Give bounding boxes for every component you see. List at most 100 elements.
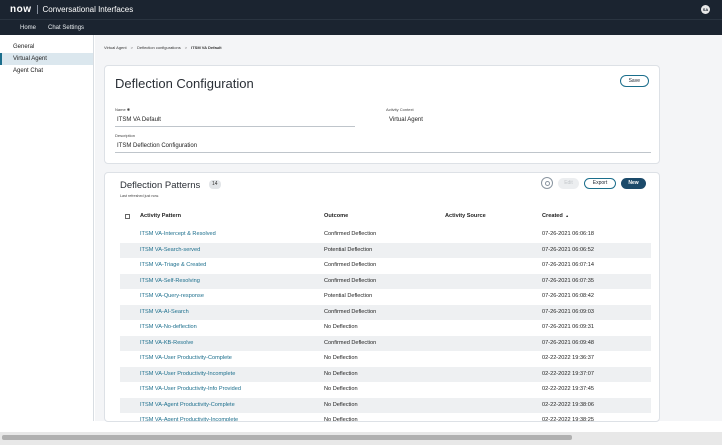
save-button[interactable]: Save: [619, 75, 649, 87]
created-cell: 02-22-2022 19:38:06: [542, 401, 594, 408]
created-cell: 02-22-2022 19:38:25: [542, 417, 594, 422]
table-row[interactable]: ITSM VA-User Productivity-Info Provided N…: [105, 382, 659, 398]
servicenow-logo[interactable]: now: [10, 4, 32, 15]
activity-pattern-link[interactable]: ITSM VA-No-deflection: [140, 324, 197, 330]
table-row[interactable]: ITSM VA-Search-served Potential Deflectio…: [105, 242, 659, 259]
activity-pattern-link[interactable]: ITSM VA-Intercept & Resolved: [140, 231, 216, 237]
outcome-cell: No Deflection: [324, 355, 358, 361]
activity-pattern-link[interactable]: ITSM VA-Agent Productivity-Incomplete: [140, 417, 238, 421]
table-row[interactable]: ITSM VA-Intercept & Resolved Confirmed De…: [105, 227, 659, 243]
table-body: ITSM VA-Intercept & Resolved Confirmed De…: [105, 227, 659, 422]
column-outcome[interactable]: Outcome: [324, 213, 348, 219]
table-row[interactable]: ITSM VA-No-deflection No Deflection 07-26-…: [105, 320, 659, 336]
table-row[interactable]: ITSM VA-Agent Productivity-Complete No De…: [105, 397, 659, 414]
outcome-cell: No Deflection: [324, 324, 358, 330]
outcome-cell: Confirmed Deflection: [324, 262, 377, 268]
name-field-underline: [115, 126, 355, 127]
sort-ascending-icon: ▲: [565, 214, 569, 218]
outcome-cell: Potential Deflection: [324, 246, 373, 253]
breadcrumb-virtual-agent[interactable]: Virtual Agent: [104, 45, 127, 50]
outcome-cell: Confirmed Deflection: [324, 339, 377, 346]
deflection-configuration-card: Deflection Configuration Save Name ✱ ITS…: [104, 65, 660, 164]
activity-pattern-link[interactable]: ITSM VA-Self-Resolving: [140, 278, 200, 284]
table-row[interactable]: ITSM VA-Triage & Created Confirmed Deflec…: [105, 258, 659, 274]
description-field[interactable]: ITSM Deflection Configuration: [117, 143, 197, 149]
created-cell: 02-22-2022 19:36:37: [542, 355, 594, 361]
edit-button[interactable]: Edit: [558, 178, 579, 189]
settings-icon[interactable]: [541, 177, 553, 189]
avatar[interactable]: SA: [701, 5, 710, 14]
created-cell: 07-26-2021 06:09:03: [542, 308, 594, 315]
table-row[interactable]: ITSM VA-User Productivity-Incomplete No D…: [105, 366, 659, 383]
sidebar-item-general[interactable]: General: [0, 41, 93, 53]
activity-pattern-link[interactable]: ITSM VA-Triage & Created: [140, 262, 206, 268]
sidebar-item-virtual-agent[interactable]: Virtual Agent: [0, 53, 93, 65]
created-cell: 07-26-2021 06:06:52: [542, 246, 594, 253]
activity-pattern-link[interactable]: ITSM VA-User Productivity-Incomplete: [140, 371, 235, 377]
description-field-underline: [115, 152, 651, 153]
sidebar-item-agent-chat[interactable]: Agent Chat: [0, 65, 93, 77]
export-button[interactable]: Export: [584, 178, 616, 189]
column-activity-pattern[interactable]: Activity Pattern: [140, 213, 181, 219]
activity-pattern-link[interactable]: ITSM VA-Agent Productivity-Complete: [140, 402, 235, 408]
breadcrumb-deflection-configurations[interactable]: Deflection configurations: [137, 45, 181, 50]
last-refreshed-text: Last refreshed just now.: [120, 194, 159, 198]
created-cell: 07-26-2021 06:09:48: [542, 339, 594, 346]
table-row[interactable]: ITSM VA-User Productivity-Complete No Def…: [105, 351, 659, 367]
column-activity-source[interactable]: Activity Source: [445, 213, 486, 219]
outcome-cell: No Deflection: [324, 401, 358, 408]
activity-pattern-link[interactable]: ITSM VA-Search-served: [140, 247, 200, 253]
page-title: Deflection Configuration: [115, 76, 254, 91]
outcome-cell: Confirmed Deflection: [324, 277, 377, 284]
table-row[interactable]: ITSM VA-KB-Resolve Confirmed Deflection 07…: [105, 335, 659, 352]
table-row[interactable]: ITSM VA-AI-Search Confirmed Deflection 07-…: [105, 304, 659, 321]
table-row[interactable]: ITSM VA-Self-Resolving Confirmed Deflecti…: [105, 273, 659, 290]
app-title: Conversational Interfaces: [42, 5, 134, 14]
created-cell: 02-22-2022 19:37:07: [542, 370, 594, 377]
sidebar: General Virtual Agent Agent Chat: [0, 35, 94, 421]
outcome-cell: Confirmed Deflection: [324, 231, 377, 237]
created-cell: 02-22-2022 19:37:45: [542, 386, 594, 392]
outcome-cell: No Deflection: [324, 370, 358, 377]
nav-bar: Home Chat Settings: [0, 19, 722, 35]
header-divider: [36, 5, 38, 14]
activity-pattern-link[interactable]: ITSM VA-AI-Search: [140, 309, 189, 315]
name-label: Name ✱: [115, 107, 131, 112]
activity-pattern-link[interactable]: ITSM VA-KB-Resolve: [140, 340, 193, 346]
scrollbar-thumb[interactable]: [2, 435, 572, 440]
new-button[interactable]: New: [621, 178, 646, 189]
table-row[interactable]: ITSM VA-Agent Productivity-Incomplete No …: [105, 413, 659, 422]
created-cell: 07-26-2021 06:07:35: [542, 277, 594, 284]
activity-pattern-link[interactable]: ITSM VA-User Productivity-Info Provided: [140, 386, 241, 392]
tab-home[interactable]: Home: [20, 25, 36, 31]
table-header: Activity Pattern Outcome Activity Source…: [105, 211, 659, 227]
created-cell: 07-26-2021 06:06:18: [542, 231, 594, 237]
created-cell: 07-26-2021 06:09:31: [542, 324, 594, 330]
breadcrumb-current: ITSM VA Default: [191, 45, 222, 50]
count-badge: 14: [209, 180, 221, 189]
name-field[interactable]: ITSM VA Default: [117, 117, 161, 123]
breadcrumb: Virtual Agent > Deflection configuration…: [104, 45, 226, 50]
created-cell: 07-26-2021 06:08:42: [542, 293, 594, 299]
column-created-label: Created: [542, 213, 563, 219]
table-row[interactable]: ITSM VA-Query-response Potential Deflecti…: [105, 289, 659, 305]
activity-pattern-link[interactable]: ITSM VA-Query-response: [140, 293, 204, 299]
deflection-patterns-title: Deflection Patterns: [120, 180, 201, 191]
horizontal-scrollbar[interactable]: [0, 432, 722, 445]
deflection-patterns-card: Deflection Patterns 14 Last refreshed ju…: [104, 172, 660, 422]
activity-context-label: Activity Context: [386, 107, 414, 112]
main-content: Virtual Agent > Deflection configuration…: [95, 35, 722, 422]
created-cell: 07-26-2021 06:07:14: [542, 262, 594, 268]
outcome-cell: No Deflection: [324, 386, 358, 392]
breadcrumb-separator: >: [130, 45, 133, 50]
activity-context-value: Virtual Agent: [389, 117, 423, 123]
activity-pattern-link[interactable]: ITSM VA-User Productivity-Complete: [140, 355, 232, 361]
outcome-cell: Potential Deflection: [324, 293, 373, 299]
outcome-cell: No Deflection: [324, 417, 358, 422]
tab-chat-settings[interactable]: Chat Settings: [48, 25, 84, 31]
select-all-checkbox[interactable]: [125, 214, 130, 219]
description-label: Description: [115, 133, 136, 138]
outcome-cell: Confirmed Deflection: [324, 308, 377, 315]
column-created[interactable]: Created ▲: [542, 213, 569, 219]
app-header: now Conversational Interfaces SA: [0, 0, 722, 19]
